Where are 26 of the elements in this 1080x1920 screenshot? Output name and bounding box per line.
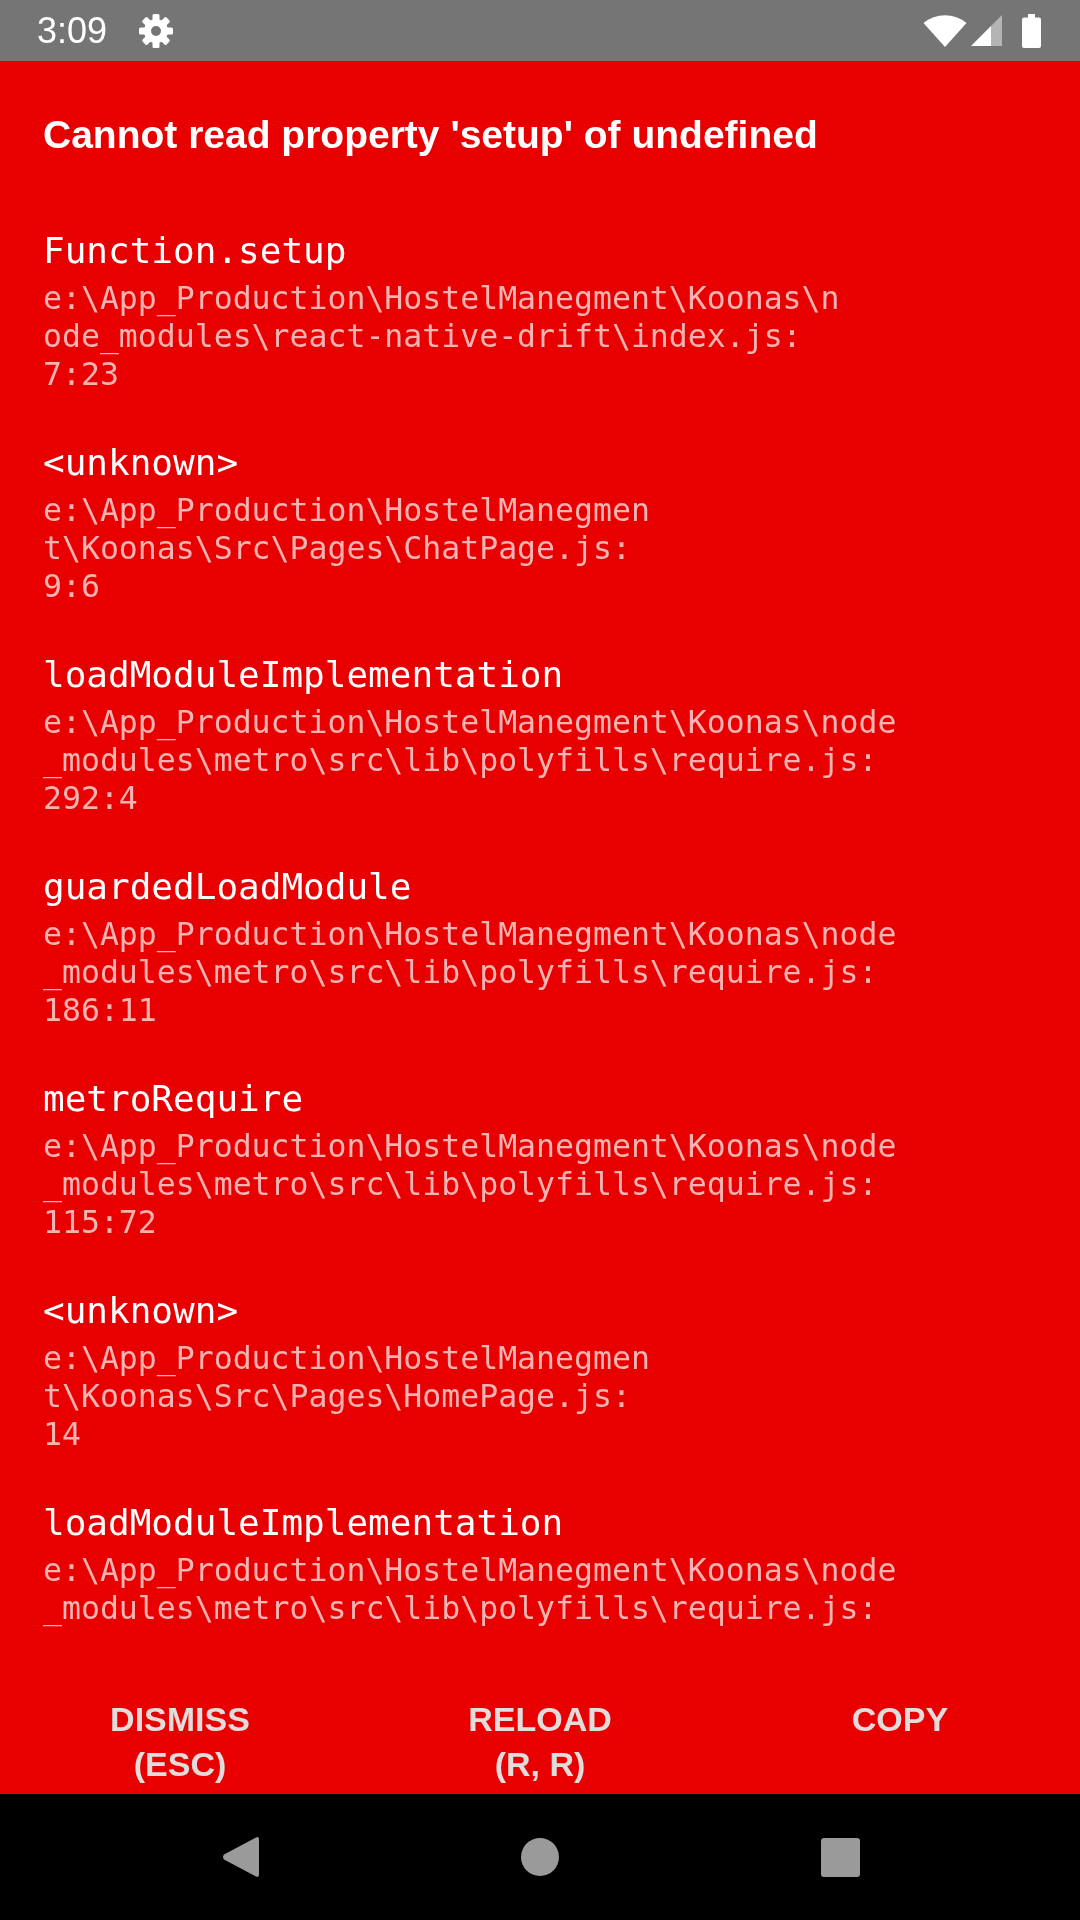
stack-frame-location: e:\App_Production\HostelManegmen t\Koonas\Src\Pages\ChatPage.js: 9:6 xyxy=(43,491,650,605)
stack-frame-location: e:\App_Production\HostelManegment\Koonas\node _modules\metro\src\lib\polyfills\require.js: 186:11 xyxy=(43,915,897,1029)
status-time: 3:09 xyxy=(37,9,108,52)
back-icon[interactable] xyxy=(221,1836,259,1878)
stack-frame-location: e:\App_Production\HostelManegment\Koonas\n ode_modules\react-native-drift\index.js: 7:23 xyxy=(43,279,840,393)
stack-frame-method: metroRequire xyxy=(43,1077,304,1121)
stack-frame-method: loadModuleImplementation xyxy=(43,1501,564,1545)
error-message: Cannot read property 'setup' of undefined xyxy=(43,112,819,158)
stack-frame-location: e:\App_Production\HostelManegment\Koonas\node _modules\metro\src\lib\polyfills\require.js: 292:4 xyxy=(43,703,897,817)
settings-icon xyxy=(139,13,174,48)
action-button[interactable]: DISMISS (ESC) xyxy=(102,1693,258,1791)
action-button[interactable]: COPY xyxy=(843,1693,957,1746)
signal-icon xyxy=(971,15,1002,46)
stack-frame-location: e:\App_Production\HostelManegmen t\Koonas\Src\Pages\HomePage.js: 14 xyxy=(43,1339,650,1453)
recents-icon[interactable] xyxy=(820,1837,860,1877)
stack-frame-method: loadModuleImplementation xyxy=(43,653,564,697)
stack-frame-method: Function.setup xyxy=(43,229,347,273)
action-button[interactable]: RELOAD (R, R) xyxy=(460,1693,620,1791)
battery-icon xyxy=(1022,13,1041,48)
wifi-icon xyxy=(923,14,967,47)
home-icon[interactable] xyxy=(521,1838,559,1876)
stack-frame-method: guardedLoadModule xyxy=(43,865,412,909)
stack-frame-method: <unknown> xyxy=(43,1289,239,1333)
stack-frame-location: e:\App_Production\HostelManegment\Koonas\node _modules\metro\src\lib\polyfills\require.js: xyxy=(43,1551,897,1627)
stack-frame-location: e:\App_Production\HostelManegment\Koonas\node _modules\metro\src\lib\polyfills\require.js: 115:72 xyxy=(43,1127,897,1241)
stack-frame-method: <unknown> xyxy=(43,441,239,485)
